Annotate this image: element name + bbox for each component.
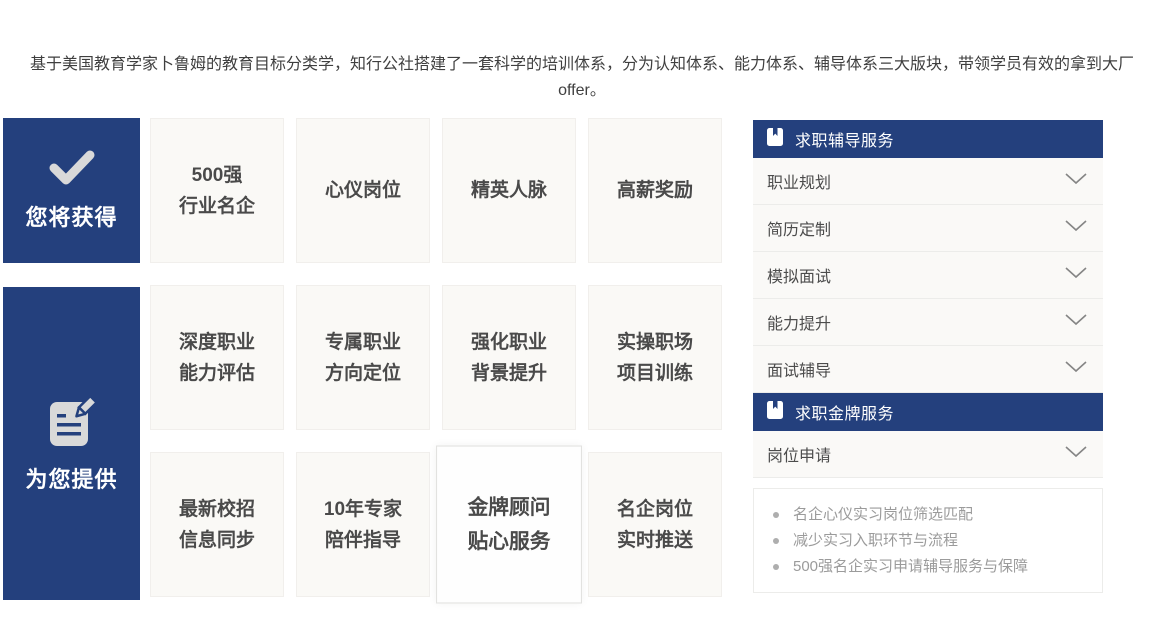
gold-services-title: 求职金牌服务 [795, 400, 894, 424]
chevron-down-icon[interactable] [1064, 219, 1088, 237]
card-background-boost: 强化职业背景提升 [442, 285, 576, 430]
card-campus-recruiting: 最新校招信息同步 [150, 452, 284, 597]
bullet-dot-icon [773, 512, 779, 518]
accordion-item-job-application[interactable]: 岗位申请 [753, 431, 1103, 478]
check-icon [48, 150, 96, 191]
card-direction-positioning: 专属职业方向定位 [296, 285, 430, 430]
book-icon [766, 400, 784, 425]
card-gold-consultant: 金牌顾问贴心服务 [436, 445, 582, 603]
compose-icon [46, 394, 98, 453]
gain-block-label: 您将获得 [25, 200, 117, 232]
card-high-salary: 高薪奖励 [588, 118, 722, 263]
bullet-dot-icon [773, 538, 779, 544]
services-panel: 求职辅导服务 职业规划 简历定制 模拟面试 能力提升 面试辅导 [753, 120, 1103, 593]
chevron-down-icon[interactable] [1064, 266, 1088, 284]
card-elite-network: 精英人脉 [442, 118, 576, 263]
intro-paragraph: 基于美国教育学家卜鲁姆的教育目标分类学，知行公社搭建了一套科学的培训体系，分为认… [20, 52, 1144, 104]
card-job-push: 名企岗位实时推送 [588, 452, 722, 597]
card-career-assessment: 深度职业能力评估 [150, 285, 284, 430]
gold-benefits-box: 名企心仪实习岗位筛选匹配 减少实习入职环节与流程 500强名企实习申请辅导服务与… [753, 488, 1103, 593]
list-item: 名企心仪实习岗位筛选匹配 [754, 502, 1102, 528]
provide-block-label: 为您提供 [25, 462, 117, 494]
benefit-card-grid: 500强行业名企 心仪岗位 精英人脉 高薪奖励 深度职业能力评估 专属职业方向定… [150, 118, 722, 597]
coach-services-title: 求职辅导服务 [795, 127, 894, 151]
book-icon [766, 127, 784, 152]
chevron-down-icon[interactable] [1064, 445, 1088, 463]
gold-benefits-list: 名企心仪实习岗位筛选匹配 减少实习入职环节与流程 500强名企实习申请辅导服务与… [754, 502, 1102, 580]
chevron-down-icon[interactable] [1064, 360, 1088, 378]
card-ideal-job: 心仪岗位 [296, 118, 430, 263]
coach-services-header: 求职辅导服务 [753, 120, 1103, 158]
gold-services-header: 求职金牌服务 [753, 393, 1103, 431]
card-500-companies: 500强行业名企 [150, 118, 284, 263]
card-project-training: 实操职场项目训练 [588, 285, 722, 430]
chevron-down-icon[interactable] [1064, 313, 1088, 331]
list-item: 减少实习入职环节与流程 [754, 528, 1102, 554]
accordion-item-interview-coaching[interactable]: 面试辅导 [753, 346, 1103, 393]
accordion-item-career-planning[interactable]: 职业规划 [753, 158, 1103, 205]
bullet-dot-icon [773, 564, 779, 570]
chevron-down-icon[interactable] [1064, 172, 1088, 190]
card-expert-guidance: 10年专家陪伴指导 [296, 452, 430, 597]
accordion-item-mock-interview[interactable]: 模拟面试 [753, 252, 1103, 299]
list-item: 500强名企实习申请辅导服务与保障 [754, 554, 1102, 580]
gain-block: 您将获得 [3, 118, 140, 263]
accordion-item-ability-improvement[interactable]: 能力提升 [753, 299, 1103, 346]
accordion-item-resume-customization[interactable]: 简历定制 [753, 205, 1103, 252]
provide-block: 为您提供 [3, 287, 140, 600]
